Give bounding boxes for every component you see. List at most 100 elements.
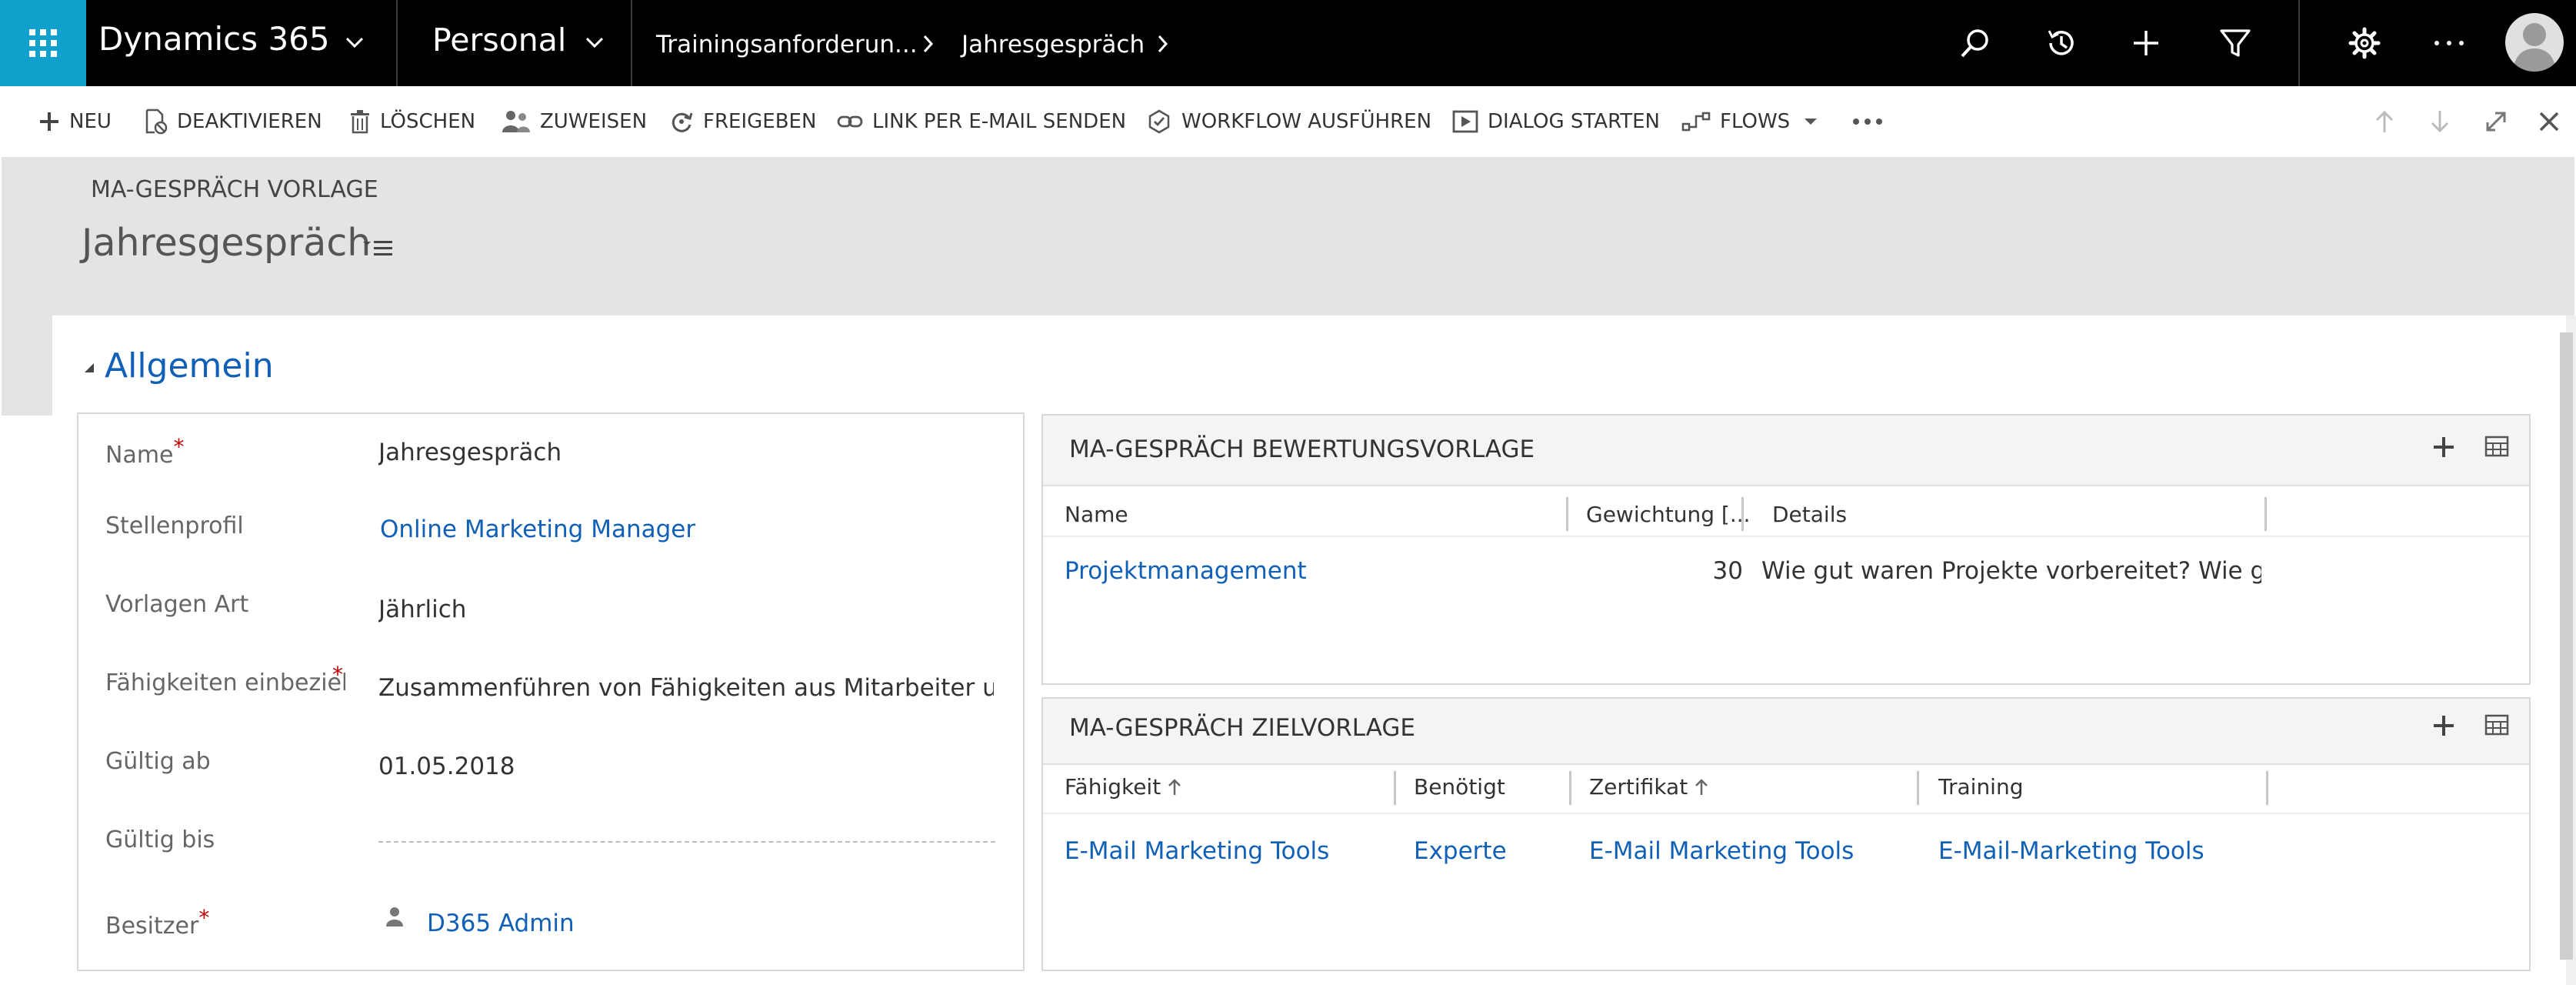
share-button[interactable]: FREIGEBEN xyxy=(669,86,816,157)
advanced-find-button[interactable] xyxy=(2192,0,2278,86)
area-switch-chevron-icon[interactable] xyxy=(585,35,605,49)
column-header-name[interactable]: Name xyxy=(1065,502,1128,527)
column-resizer[interactable] xyxy=(2266,771,2268,805)
column-resizer[interactable] xyxy=(1741,497,1744,531)
sort-ascending-icon xyxy=(1695,778,1708,795)
flows-button-label: FLOWS xyxy=(1720,110,1791,133)
open-new-window-button[interactable] xyxy=(2484,86,2508,157)
history-icon xyxy=(2048,30,2074,55)
user-icon xyxy=(2513,23,2556,72)
assign-icon xyxy=(502,111,530,132)
form-selector-button[interactable] xyxy=(362,235,395,259)
column-resizer[interactable] xyxy=(1394,771,1396,805)
cell-name[interactable]: Projektmanagement xyxy=(1065,557,1541,585)
arrow-up-icon xyxy=(2375,110,2394,132)
triangle-expanded-icon xyxy=(85,363,94,372)
cell-weight: 30 xyxy=(1712,557,1743,585)
field-value-include-skills[interactable]: Zusammenführen von Fähigkeiten aus Mitar… xyxy=(378,674,994,702)
flows-button[interactable]: FLOWS xyxy=(1681,86,1818,157)
cell-training[interactable]: E-Mail-Marketing Tools xyxy=(1938,837,2261,865)
area-name[interactable]: Personal xyxy=(432,22,566,58)
column-resizer[interactable] xyxy=(1566,497,1568,531)
user-avatar[interactable] xyxy=(2505,13,2564,72)
caret-down-icon xyxy=(1805,119,1818,125)
column-header-weight[interactable]: Gewichtung [... xyxy=(1586,502,1751,527)
new-button[interactable]: NEU xyxy=(38,86,112,157)
run-workflow-button-label: WORKFLOW AUSFÜHREN xyxy=(1181,110,1432,133)
previous-record-button[interactable] xyxy=(2374,86,2395,157)
field-value-valid-from[interactable]: 01.05.2018 xyxy=(378,753,1000,780)
grid-view-icon xyxy=(2484,714,2509,736)
record-title: Jahresgespräch xyxy=(82,221,372,265)
section-collapse-toggle[interactable] xyxy=(83,362,95,374)
field-value-template-type[interactable]: Jährlich xyxy=(378,596,1000,623)
topbar-divider xyxy=(631,0,632,86)
field-value-job-profile[interactable]: Online Marketing Manager xyxy=(380,516,1000,543)
trash-icon xyxy=(351,110,369,134)
plus-icon xyxy=(2134,31,2158,55)
start-dialog-button-label: DIALOG STARTEN xyxy=(1488,110,1660,133)
search-button[interactable] xyxy=(1932,0,2018,86)
field-value-owner[interactable]: D365 Admin xyxy=(427,910,996,937)
app-switch-chevron-icon[interactable] xyxy=(345,35,365,49)
cell-certificate[interactable]: E-Mail Marketing Tools xyxy=(1589,837,1912,865)
column-resizer[interactable] xyxy=(2264,497,2267,531)
field-label-text: Name xyxy=(105,442,174,469)
gear-icon xyxy=(2348,27,2381,59)
assign-button[interactable]: ZUWEISEN xyxy=(502,86,647,157)
required-marker: * xyxy=(332,662,343,687)
cell-needed[interactable]: Experte xyxy=(1414,837,1568,865)
breadcrumb-item[interactable]: Trainingsanforderun... xyxy=(656,31,918,58)
sort-ascending-icon xyxy=(1168,778,1181,795)
app-launcher-button[interactable] xyxy=(0,0,86,86)
breadcrumb-item[interactable]: Jahresgespräch xyxy=(961,31,1145,58)
email-link-button[interactable]: LINK PER E-MAIL SENDEN xyxy=(837,86,1126,157)
more-commands-button[interactable] xyxy=(1852,86,1883,157)
deactivate-button[interactable]: DEAKTIVIEREN xyxy=(145,86,322,157)
column-resizer[interactable] xyxy=(1569,771,1571,805)
next-record-button[interactable] xyxy=(2429,86,2451,157)
app-name[interactable]: Dynamics 365 xyxy=(98,20,330,58)
plus-icon xyxy=(40,112,58,131)
entity-name: MA-GESPRÄCH VORLAGE xyxy=(91,176,378,203)
column-header-needed[interactable]: Benötigt xyxy=(1414,774,1505,800)
open-grid-view-button[interactable] xyxy=(2484,714,2509,736)
breadcrumb-chevron-icon[interactable] xyxy=(1156,34,1168,54)
waffle-icon xyxy=(29,29,57,57)
cell-skill[interactable]: E-Mail Marketing Tools xyxy=(1065,837,1388,865)
workflow-icon xyxy=(1148,109,1170,134)
search-icon xyxy=(1961,29,1988,58)
column-header-training[interactable]: Training xyxy=(1938,774,2023,800)
deactivate-button-label: DEAKTIVIEREN xyxy=(177,110,322,133)
add-record-button[interactable] xyxy=(2432,436,2455,459)
grid-view-icon xyxy=(2484,436,2509,457)
plus-icon xyxy=(2434,716,2454,736)
recent-records-button[interactable] xyxy=(2018,0,2104,86)
filter-icon xyxy=(2220,29,2251,57)
popout-icon xyxy=(2486,112,2506,132)
field-value-name[interactable]: Jahresgespräch xyxy=(378,439,1000,466)
start-dialog-button[interactable]: DIALOG STARTEN xyxy=(1452,86,1660,157)
form-menu-icon xyxy=(363,241,392,255)
delete-button[interactable]: LÖSCHEN xyxy=(349,86,475,157)
run-workflow-button[interactable]: WORKFLOW AUSFÜHREN xyxy=(1146,86,1431,157)
create-new-button[interactable] xyxy=(2103,0,2189,86)
ellipsis-icon xyxy=(1853,119,1882,125)
dialog-icon xyxy=(1452,110,1478,133)
top-navigation-bar xyxy=(0,0,2576,86)
column-resizer[interactable] xyxy=(1917,771,1919,805)
open-grid-view-button[interactable] xyxy=(2484,436,2509,457)
add-record-button[interactable] xyxy=(2432,714,2455,737)
link-icon xyxy=(837,115,863,128)
more-options-button[interactable] xyxy=(2406,0,2492,86)
column-header-certificate[interactable]: Zertifikat xyxy=(1589,774,1709,800)
assign-button-label: ZUWEISEN xyxy=(540,110,648,133)
settings-button[interactable] xyxy=(2321,0,2408,86)
breadcrumb-chevron-icon xyxy=(921,34,934,54)
scrollbar-thumb[interactable] xyxy=(2560,332,2573,960)
field-value-valid-to[interactable] xyxy=(378,830,994,842)
close-record-button[interactable] xyxy=(2538,86,2560,157)
share-icon xyxy=(671,112,693,132)
column-header-details[interactable]: Details xyxy=(1772,502,1847,527)
column-header-skill[interactable]: Fähigkeit xyxy=(1065,774,1182,800)
